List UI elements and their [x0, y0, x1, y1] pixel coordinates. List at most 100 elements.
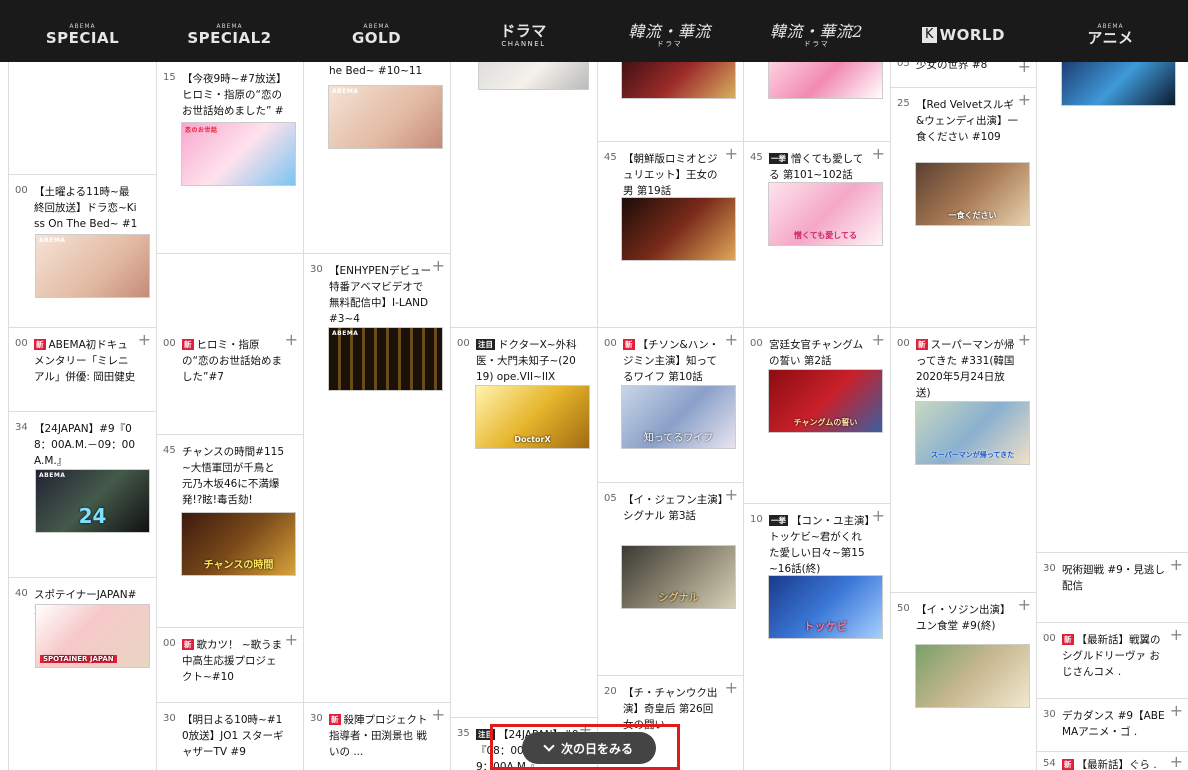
- program-title[interactable]: チャンスの時間#115~大悟軍団が千鳥と元乃木坂46に不満爆発!?眩!毒舌劾!: [182, 444, 285, 508]
- program-cell[interactable]: 40 スポテイナーJAPAN#2 SPOTAINER JAPAN: [9, 578, 156, 770]
- add-reservation-icon[interactable]: +: [1018, 332, 1031, 348]
- program-thumbnail[interactable]: ABEMA: [328, 327, 443, 391]
- program-title[interactable]: 新【最新話】ぐら .: [1062, 757, 1170, 770]
- program-cell[interactable]: 15 【今夜9時~#7放送】ヒロミ・指原の“恋のお世話始めました” #5~6 恋…: [157, 62, 303, 254]
- program-title[interactable]: 【明日よる10時~#10放送】JO1 スターギャザーTV #9: [182, 712, 285, 760]
- program-cell[interactable]: [1037, 62, 1188, 553]
- program-cell[interactable]: 00 宮廷女官チャングムの誓い 第2話 + チャングムの誓い: [744, 328, 890, 504]
- program-title[interactable]: 注目 ドクターX~外科医・大門未知子~(2019) ope.VII~IIX: [476, 337, 579, 385]
- program-title[interactable]: 新【最新話】戦翼のシグルドリーヴァ おじさんコメ .: [1062, 632, 1170, 680]
- program-thumbnail[interactable]: 憎くても愛してる: [768, 182, 883, 246]
- program-cell[interactable]: 00 新歌カツ！ ~歌うま中高生応援プロジェクト~#10 +: [157, 628, 303, 703]
- program-thumbnail[interactable]: スーパーマンが帰ってきた: [915, 401, 1030, 465]
- program-title[interactable]: 新【チソン&ハン・ジミン主演】知ってるワイフ 第10話: [623, 337, 725, 385]
- channel-logo-abema-special2[interactable]: ABEMA SPECIAL2: [177, 18, 282, 52]
- program-thumbnail[interactable]: 知ってるワイフ: [621, 385, 736, 449]
- program-thumbnail[interactable]: 一食ください: [915, 162, 1030, 226]
- next-day-button[interactable]: 次の日をみる: [522, 732, 656, 764]
- channel-logo-abema-anime[interactable]: ABEMA アニメ: [1058, 18, 1163, 52]
- program-cell[interactable]: 30 デカダンス #9【ABEMAアニメ・ゴ . +: [1037, 699, 1188, 752]
- add-reservation-icon[interactable]: +: [1018, 62, 1031, 75]
- program-title[interactable]: 宮廷女官チャングムの誓い 第2話: [769, 337, 872, 369]
- program-cell[interactable]: 30 【明日よる10時~#10放送】JO1 スターギャザーTV #9: [157, 703, 303, 770]
- program-thumbnail[interactable]: チャンスの時間: [181, 512, 296, 576]
- program-thumbnail[interactable]: [1061, 62, 1176, 106]
- add-reservation-icon[interactable]: +: [1170, 627, 1183, 643]
- program-title[interactable]: 一挙 憎くても愛してる 第101~102話: [769, 151, 872, 183]
- channel-logo-k-world[interactable]: K WORLD: [911, 18, 1016, 52]
- program-cell[interactable]: 00 新【最新話】戦翼のシグルドリーヴァ おじさんコメ . +: [1037, 623, 1188, 699]
- add-reservation-icon[interactable]: +: [725, 146, 738, 162]
- program-title[interactable]: 新 ABEMA初ドキュメンタリー「ミレニアル」併優: 岡田健史: [34, 337, 138, 385]
- program-cell[interactable]: 00 【土曜よる11時~最終回放送】ドラ恋~Kiss On The Bed~ #…: [9, 175, 156, 328]
- program-cell[interactable]: [744, 62, 890, 142]
- add-reservation-icon[interactable]: +: [1018, 92, 1031, 108]
- add-reservation-icon[interactable]: +: [285, 632, 298, 648]
- program-cell[interactable]: 30 新殺陣プロジェクト 指導者・田渕景也 戦いの ... +: [304, 703, 450, 770]
- add-reservation-icon[interactable]: +: [725, 680, 738, 696]
- program-thumbnail[interactable]: [621, 62, 736, 99]
- program-title[interactable]: he Bed~ #10~11: [329, 63, 432, 79]
- program-title[interactable]: 【ENHYPENデビュー特番アベマビデオで無料配信中】I-LAND #3~4: [329, 263, 432, 327]
- program-thumbnail[interactable]: ABEMA 24: [35, 469, 150, 533]
- program-thumbnail[interactable]: 恋のお世話: [181, 122, 296, 186]
- program-title[interactable]: 新殺陣プロジェクト 指導者・田渕景也 戦いの ...: [329, 712, 432, 760]
- program-title[interactable]: 新スーパーマンが帰ってきた #331(韓国2020年5月24日放送): [916, 337, 1018, 401]
- add-reservation-icon[interactable]: +: [725, 487, 738, 503]
- program-cell[interactable]: 30 呪術廻戦 #9・見逃し配信 +: [1037, 553, 1188, 623]
- program-title[interactable]: 少女の世界 #8: [916, 62, 1018, 73]
- program-cell[interactable]: 10 一挙 【コン・ユ主演】トッケビ~君がくれた愛しい日々~第15~16話(終) …: [744, 504, 890, 770]
- program-cell[interactable]: 00 新ヒロミ・指原の“恋のお世話始めました”#7 +: [157, 328, 303, 435]
- program-cell[interactable]: [9, 62, 156, 175]
- channel-logo-korean-drama-2[interactable]: 韓流・華流2 ドラマ: [764, 18, 869, 52]
- program-title[interactable]: 呪術廻戦 #9・見逃し配信: [1062, 562, 1170, 594]
- add-reservation-icon[interactable]: +: [872, 332, 885, 348]
- program-thumbnail[interactable]: SPOTAINER JAPAN: [35, 604, 150, 668]
- program-cell[interactable]: 25 【Red Velvetスルギ&ウェンディ出演】一食ください #109 + …: [891, 88, 1036, 328]
- channel-logo-korean-drama[interactable]: 韓流・華流 ドラマ: [617, 18, 722, 52]
- program-thumbnail[interactable]: DoctorX: [475, 385, 590, 449]
- program-title[interactable]: 新ヒロミ・指原の“恋のお世話始めました”#7: [182, 337, 285, 385]
- program-thumbnail[interactable]: [915, 644, 1030, 708]
- add-reservation-icon[interactable]: +: [725, 332, 738, 348]
- add-reservation-icon[interactable]: +: [432, 258, 445, 274]
- program-cell[interactable]: 45 チャンスの時間#115~大悟軍団が千鳥と元乃木坂46に不満爆発!?眩!毒舌…: [157, 435, 303, 628]
- program-cell[interactable]: 54 新【最新話】ぐら . +: [1037, 752, 1188, 770]
- program-cell[interactable]: 45 【朝鮮版ロミオとジュリエット】王女の男 第19話 +: [598, 142, 743, 328]
- program-title[interactable]: 【朝鮮版ロミオとジュリエット】王女の男 第19話: [623, 151, 725, 199]
- program-title[interactable]: 【イ・ソジン出演】ユン食堂 #9(終): [916, 602, 1018, 634]
- program-title[interactable]: 【チ・チャンウク出演】奇皇后 第26回 女の闘い: [623, 685, 725, 733]
- add-reservation-icon[interactable]: +: [285, 332, 298, 348]
- add-reservation-icon[interactable]: +: [138, 332, 151, 348]
- program-thumbnail[interactable]: [621, 197, 736, 261]
- channel-logo-abema-gold[interactable]: ABEMA GOLD: [324, 18, 429, 52]
- program-cell[interactable]: 00 新【チソン&ハン・ジミン主演】知ってるワイフ 第10話 + 知ってるワイフ: [598, 328, 743, 483]
- program-thumbnail[interactable]: トッケビ: [768, 575, 883, 639]
- program-cell[interactable]: 05 【イ・ジェフン主演】シグナル 第3話 + シグナル: [598, 483, 743, 676]
- add-reservation-icon[interactable]: +: [432, 707, 445, 723]
- program-cell[interactable]: 00 注目 ドクターX~外科医・大門未知子~(2019) ope.VII~IIX …: [451, 328, 597, 718]
- program-thumbnail[interactable]: ABEMA: [328, 85, 443, 149]
- channel-logo-drama-channel[interactable]: ドラマ CHANNEL: [471, 18, 576, 52]
- program-thumbnail[interactable]: [478, 62, 589, 90]
- program-title[interactable]: 新歌カツ！ ~歌うま中高生応援プロジェクト~#10: [182, 637, 285, 685]
- program-cell[interactable]: 34 【24JAPAN】#9『08：00A.M.－09：00A.M.』 ABEM…: [9, 412, 156, 578]
- program-title[interactable]: 【Red Velvetスルギ&ウェンディ出演】一食ください #109: [916, 97, 1018, 145]
- program-cell[interactable]: 05 少女の世界 #8 +: [891, 62, 1036, 88]
- program-cell[interactable]: 00 新 ABEMA初ドキュメンタリー「ミレニアル」併優: 岡田健史 +: [9, 328, 156, 412]
- program-title[interactable]: 【イ・ジェフン主演】シグナル 第3話: [623, 492, 725, 524]
- program-thumbnail[interactable]: [768, 62, 883, 99]
- add-reservation-icon[interactable]: +: [872, 508, 885, 524]
- program-cell[interactable]: 30 【ENHYPENデビュー特番アベマビデオで無料配信中】I-LAND #3~…: [304, 254, 450, 703]
- program-title[interactable]: 【24JAPAN】#9『08：00A.M.－09：00A.M.』: [34, 421, 138, 469]
- add-reservation-icon[interactable]: +: [1170, 557, 1183, 573]
- add-reservation-icon[interactable]: +: [872, 146, 885, 162]
- channel-logo-abema-special[interactable]: ABEMA SPECIAL: [30, 18, 135, 52]
- program-thumbnail[interactable]: チャングムの誓い: [768, 369, 883, 433]
- program-cell[interactable]: he Bed~ #10~11 ABEMA: [304, 62, 450, 254]
- program-cell[interactable]: 45 一挙 憎くても愛してる 第101~102話 + 憎くても愛してる: [744, 142, 890, 328]
- add-reservation-icon[interactable]: +: [1170, 703, 1183, 719]
- program-cell[interactable]: [598, 62, 743, 142]
- program-thumbnail[interactable]: シグナル: [621, 545, 736, 609]
- program-cell[interactable]: 00 新スーパーマンが帰ってきた #331(韓国2020年5月24日放送) + …: [891, 328, 1036, 593]
